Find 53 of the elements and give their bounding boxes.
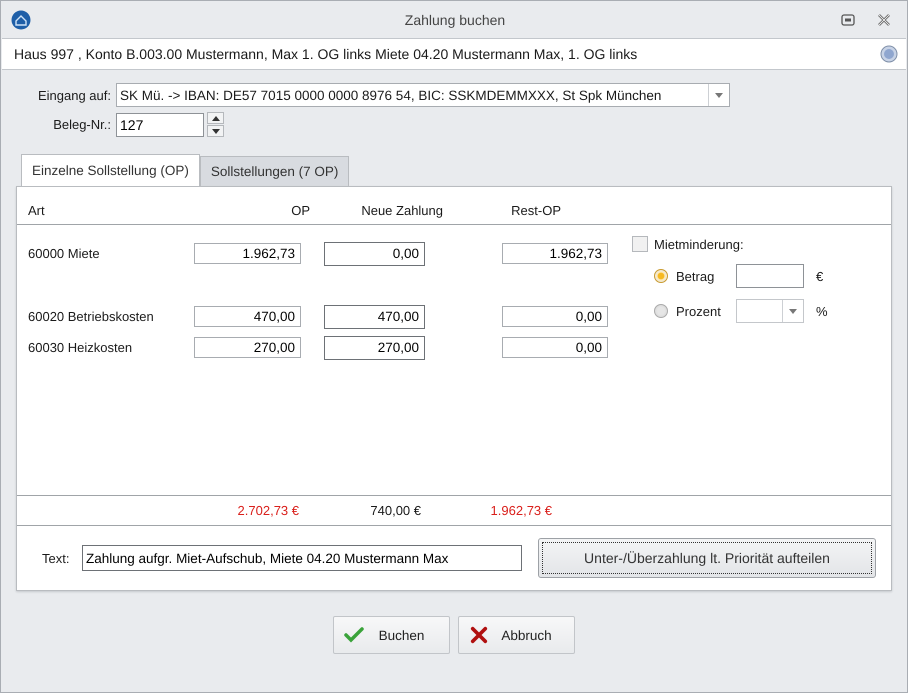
total-amount: 2.702,73 €	[236, 503, 299, 518]
table-cell-text: 60000 Miete	[27, 246, 101, 261]
unit-label: %	[816, 304, 828, 318]
column-header: Art	[27, 203, 46, 218]
app-icon	[11, 10, 31, 30]
info-text: Haus 997 , Konto B.003.00 Mustermann, Max 1. OG links Miete 04.20 Mustermann Max, 1. OG links	[14, 46, 638, 62]
checkbox-label: Mietminderung:	[654, 236, 744, 252]
column-header: Rest-OP	[510, 203, 561, 218]
total-amount: 1.962,73 €	[490, 503, 552, 518]
checkbox[interactable]	[632, 236, 648, 252]
split-button[interactable]: Unter-/Überzahlung lt. Priorität aufteilen	[538, 538, 876, 578]
radio-button[interactable]	[654, 304, 668, 318]
field-label: Text:	[42, 550, 70, 566]
amount-field[interactable]: 470,00	[194, 306, 301, 327]
down-arrow-icon	[212, 128, 220, 134]
column-header: OP	[290, 203, 310, 218]
dialog-button[interactable]: Abbruch	[458, 616, 575, 654]
checkmark-icon	[344, 626, 364, 644]
dropdown-arrow-icon	[715, 92, 723, 98]
percent-dropdown[interactable]	[736, 299, 804, 323]
radio-label: Betrag	[676, 268, 716, 284]
amount-field[interactable]: 0,00	[502, 306, 608, 327]
receipt-number-field[interactable]: 127	[116, 112, 204, 136]
text-field[interactable]: Zahlung aufgr. Miet-Aufschub, Miete 04.20 Mustermann Max	[82, 545, 522, 571]
amount-input-field[interactable]	[736, 264, 804, 288]
spin-up-button[interactable]	[207, 112, 224, 124]
field-label: Beleg-Nr.:	[52, 117, 111, 132]
account-dropdown[interactable]: SK Mü. -> IBAN: DE57 7015 0000 0000 8976 54, BIC: SSKMDEMMXXX, St Spk München	[116, 83, 730, 107]
unit-label: €	[816, 268, 824, 284]
cross-icon	[469, 626, 489, 644]
amount-field[interactable]: 0,00	[502, 337, 608, 358]
dropdown-arrow-icon	[789, 308, 797, 314]
dialog-button[interactable]: Buchen	[333, 616, 450, 654]
up-arrow-icon	[212, 116, 220, 120]
field-label: Eingang auf:	[36, 88, 111, 102]
payment-field[interactable]: 0,00	[324, 242, 425, 266]
window-title: Zahlung buchen	[404, 12, 506, 28]
amount-field[interactable]: 270,00	[194, 337, 301, 358]
total-amount: 740,00 €	[369, 503, 421, 518]
payment-field[interactable]: 470,00	[324, 304, 425, 328]
table-cell-text: 60030 Heizkosten	[27, 340, 134, 355]
spin-down-button[interactable]	[207, 125, 224, 137]
close-icon[interactable]	[877, 14, 891, 26]
tab[interactable]: Einzelne Sollstellung (OP)	[21, 154, 200, 186]
radio-label: Prozent	[676, 304, 722, 318]
column-header: Neue Zahlung	[360, 203, 443, 218]
radio-button[interactable]	[654, 269, 668, 283]
tab[interactable]: Sollstellungen (7 OP)	[200, 156, 350, 186]
payment-field[interactable]: 270,00	[324, 336, 425, 360]
restore-icon[interactable]	[841, 14, 855, 26]
table-cell-text: 60020 Betriebskosten	[27, 309, 155, 324]
amount-field[interactable]: 1.962,73	[502, 243, 608, 264]
amount-field[interactable]: 1.962,73	[194, 243, 301, 264]
